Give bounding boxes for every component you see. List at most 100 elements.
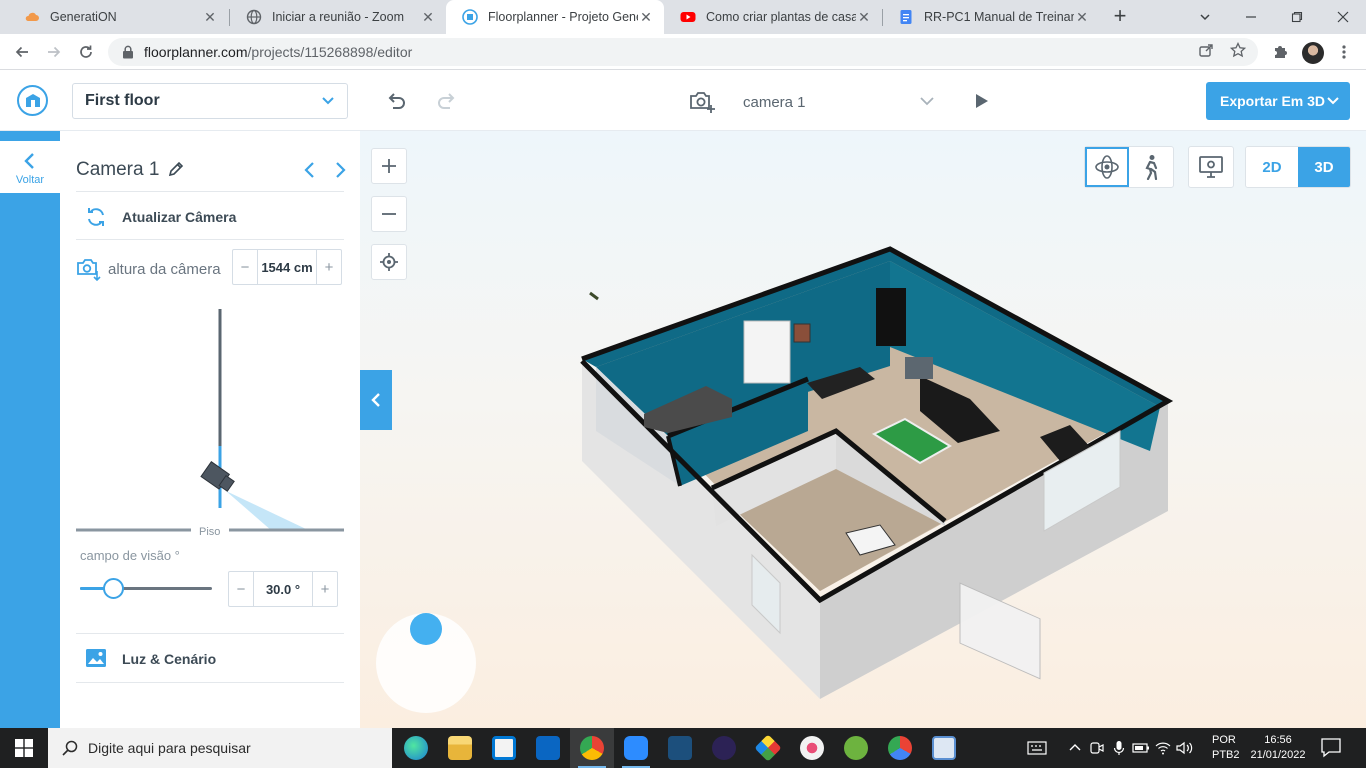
url-field[interactable]: floorplanner.com/projects/115268898/edit… bbox=[108, 38, 1258, 66]
spring-tools-icon[interactable] bbox=[834, 728, 878, 768]
reload-icon[interactable] bbox=[72, 38, 100, 66]
decrement-icon[interactable]: − bbox=[229, 572, 253, 606]
minimize-icon[interactable] bbox=[1228, 0, 1274, 34]
wardrobe bbox=[876, 288, 906, 346]
tab-title: Como criar plantas de casas no bbox=[706, 10, 856, 24]
close-icon[interactable]: ✕ bbox=[638, 9, 654, 26]
add-camera-icon[interactable] bbox=[688, 90, 716, 113]
increment-icon[interactable]: + bbox=[313, 572, 337, 606]
camera-chevron-down-icon[interactable] bbox=[918, 92, 936, 115]
walk-mode-button[interactable] bbox=[1129, 147, 1173, 187]
address-bar-row: floorplanner.com/projects/115268898/edit… bbox=[0, 34, 1366, 70]
zoom-in-icon[interactable] bbox=[371, 148, 407, 184]
restore-icon[interactable] bbox=[1274, 0, 1320, 34]
tab-docs[interactable]: RR-PC1 Manual de Treinamento ✕ bbox=[882, 0, 1100, 34]
fov-slider-knob[interactable] bbox=[102, 578, 124, 599]
floor-label: Piso bbox=[199, 526, 221, 538]
orbit-mode-button[interactable] bbox=[1085, 147, 1129, 187]
tab-youtube[interactable]: Como criar plantas de casas no ✕ bbox=[664, 0, 882, 34]
collapse-panel-button[interactable] bbox=[360, 370, 392, 430]
3d-floorplan-render[interactable] bbox=[360, 131, 1366, 728]
camera-tray-icon[interactable] bbox=[1086, 728, 1108, 768]
undo-icon[interactable] bbox=[385, 90, 407, 112]
extensions-puzzle-icon[interactable] bbox=[1270, 42, 1290, 62]
back-button[interactable]: Voltar bbox=[0, 141, 60, 193]
touch-keyboard-icon[interactable] bbox=[1026, 728, 1048, 768]
export-3d-button[interactable]: Exportar Em 3D bbox=[1206, 82, 1350, 120]
chevron-down-icon[interactable] bbox=[1326, 93, 1340, 110]
zoom-icon[interactable] bbox=[614, 728, 658, 768]
joystick-knob[interactable] bbox=[410, 613, 442, 645]
mail-icon[interactable] bbox=[526, 728, 570, 768]
windows-start-icon[interactable] bbox=[0, 728, 48, 768]
paint-icon[interactable] bbox=[790, 728, 834, 768]
camera-select-value[interactable]: camera 1 bbox=[743, 94, 806, 111]
git-kraken-icon[interactable] bbox=[746, 728, 790, 768]
mysql-workbench-icon[interactable] bbox=[658, 728, 702, 768]
chevron-up-icon[interactable] bbox=[1064, 728, 1086, 768]
microphone-icon[interactable] bbox=[1108, 728, 1130, 768]
pencil-icon[interactable] bbox=[168, 161, 184, 177]
share-icon[interactable] bbox=[1198, 42, 1214, 62]
tab-generation[interactable]: GeneratiON ✕ bbox=[8, 0, 228, 34]
eclipse-icon[interactable] bbox=[702, 728, 746, 768]
tab-floorplanner[interactable]: Floorplanner - Projeto Generat ✕ bbox=[446, 0, 664, 34]
fov-value[interactable]: 30.0 ° bbox=[253, 572, 313, 606]
language-indicator[interactable]: POR PTB2 bbox=[1212, 733, 1240, 763]
view-3d-button[interactable]: 3D bbox=[1298, 147, 1350, 187]
system-tray-icons bbox=[1064, 728, 1196, 768]
play-icon[interactable] bbox=[972, 92, 990, 110]
redo-icon[interactable] bbox=[436, 90, 458, 112]
decrement-icon[interactable]: − bbox=[233, 250, 257, 284]
light-scenery-button[interactable]: Luz & Cenário bbox=[122, 651, 216, 667]
previous-camera-icon[interactable] bbox=[302, 161, 318, 179]
divider bbox=[76, 682, 344, 683]
image-icon[interactable] bbox=[84, 646, 108, 670]
tab-search-chevron-icon[interactable] bbox=[1182, 0, 1228, 34]
close-icon[interactable]: ✕ bbox=[420, 9, 436, 26]
next-camera-icon[interactable] bbox=[332, 161, 348, 179]
fov-stepper[interactable]: − 30.0 ° + bbox=[228, 571, 338, 607]
refresh-camera-button[interactable]: Atualizar Câmera bbox=[122, 209, 236, 225]
floor-select[interactable]: First floor bbox=[72, 83, 348, 119]
window-close-icon[interactable] bbox=[1320, 0, 1366, 34]
close-icon[interactable]: ✕ bbox=[856, 9, 872, 26]
clock[interactable]: 16:56 21/01/2022 bbox=[1248, 733, 1308, 763]
chrome-icon[interactable] bbox=[570, 728, 614, 768]
display-settings-button[interactable] bbox=[1189, 147, 1233, 187]
camera-height-value[interactable]: 1544 cm bbox=[257, 250, 317, 284]
bookmark-star-icon[interactable] bbox=[1229, 41, 1247, 62]
refresh-icon[interactable] bbox=[84, 205, 108, 229]
recenter-crosshair-icon[interactable] bbox=[371, 244, 407, 280]
display-settings-group bbox=[1188, 146, 1234, 188]
camera-height-stepper[interactable]: − 1544 cm + bbox=[232, 249, 342, 285]
docs-icon bbox=[898, 9, 914, 25]
battery-icon[interactable] bbox=[1130, 728, 1152, 768]
taskbar-search-box[interactable]: Digite aqui para pesquisar bbox=[48, 728, 392, 768]
view-2d-button[interactable]: 2D bbox=[1246, 147, 1298, 187]
view-dimension-toggle: 2D 3D bbox=[1245, 146, 1351, 188]
floor-select-value: First floor bbox=[85, 92, 160, 109]
photos-icon[interactable] bbox=[922, 728, 966, 768]
youtube-icon bbox=[680, 9, 696, 25]
increment-icon[interactable]: + bbox=[317, 250, 341, 284]
profile-avatar[interactable] bbox=[1302, 42, 1324, 64]
file-explorer-icon[interactable] bbox=[438, 728, 482, 768]
edge-icon[interactable] bbox=[394, 728, 438, 768]
camera-height-diagram[interactable] bbox=[76, 301, 346, 541]
new-tab-button[interactable]: + bbox=[1108, 5, 1132, 29]
3d-viewport[interactable]: 2D 3D bbox=[360, 131, 1366, 728]
floorplanner-logo-icon[interactable] bbox=[17, 85, 48, 116]
zoom-out-icon[interactable] bbox=[371, 196, 407, 232]
chrome-profile-icon[interactable] bbox=[878, 728, 922, 768]
close-icon[interactable]: ✕ bbox=[202, 9, 218, 26]
back-arrow-icon[interactable] bbox=[8, 38, 36, 66]
close-icon[interactable]: ✕ bbox=[1074, 9, 1090, 26]
forward-arrow-icon[interactable] bbox=[40, 38, 68, 66]
tab-zoom[interactable]: Iniciar a reunião - Zoom ✕ bbox=[230, 0, 446, 34]
notifications-icon[interactable] bbox=[1320, 736, 1344, 760]
chrome-menu-icon[interactable] bbox=[1334, 42, 1354, 62]
microsoft-store-icon[interactable] bbox=[482, 728, 526, 768]
wifi-icon[interactable] bbox=[1152, 728, 1174, 768]
volume-icon[interactable] bbox=[1174, 728, 1196, 768]
